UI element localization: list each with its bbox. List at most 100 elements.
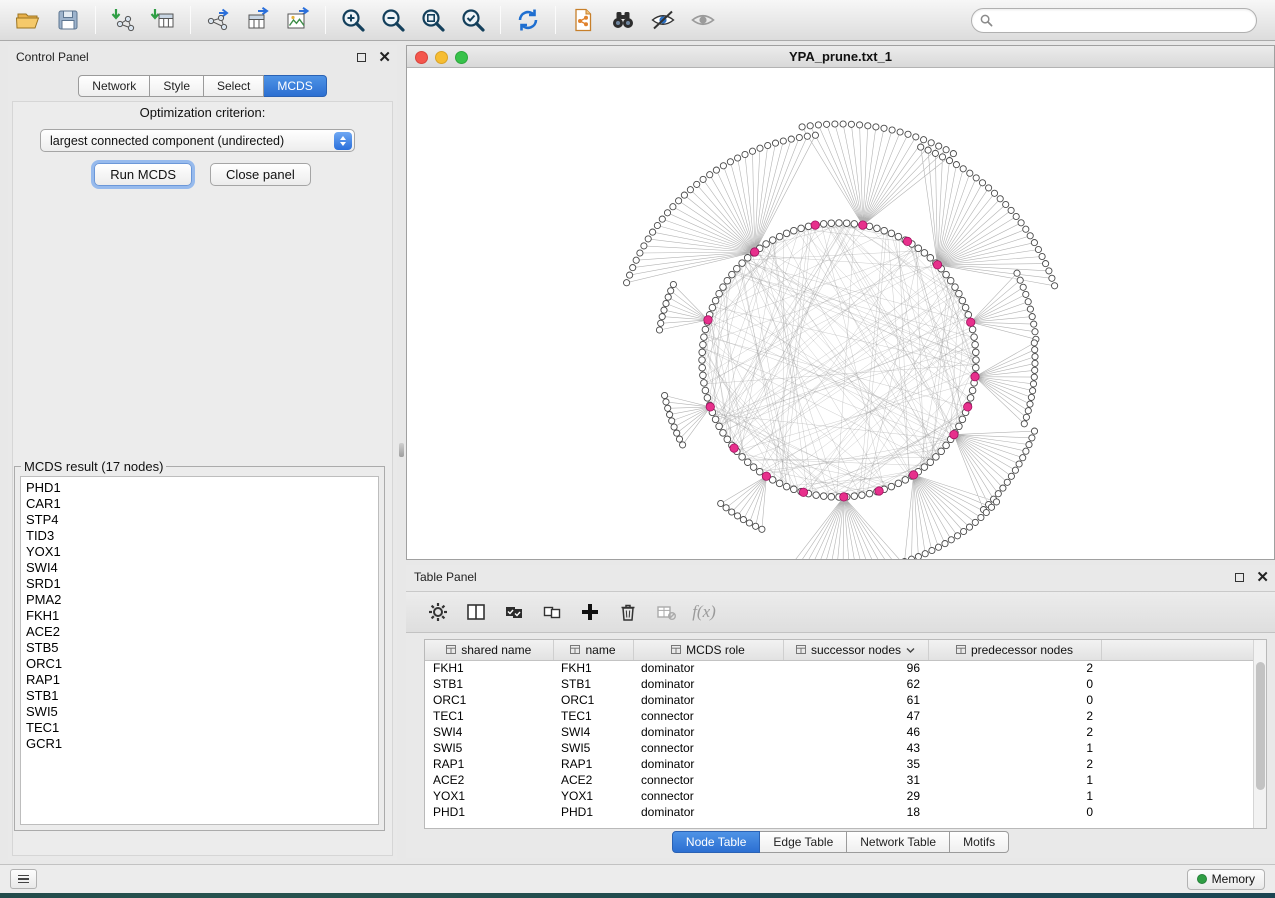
mcds-result-item[interactable]: ORC1 <box>26 656 373 672</box>
import-network-button[interactable] <box>103 3 143 37</box>
memory-button[interactable]: Memory <box>1187 869 1265 890</box>
table-cell[interactable]: PHD1 <box>425 804 553 820</box>
table-row[interactable]: ORC1ORC1dominator610 <box>425 692 1255 708</box>
network-search-box[interactable] <box>971 8 1257 33</box>
tab-edge-table[interactable]: Edge Table <box>760 831 847 853</box>
table-cell[interactable]: 0 <box>928 676 1101 692</box>
table-row[interactable]: SWI4SWI4dominator462 <box>425 724 1255 740</box>
table-cell[interactable]: ACE2 <box>553 772 633 788</box>
show-columns-button[interactable] <box>464 600 488 624</box>
mcds-result-item[interactable]: STB5 <box>26 640 373 656</box>
column-header-mcds-role[interactable]: MCDS role <box>633 640 783 660</box>
mcds-result-item[interactable]: PHD1 <box>26 480 373 496</box>
table-cell[interactable]: 2 <box>928 724 1101 740</box>
tab-network[interactable]: Network <box>78 75 150 97</box>
table-cell[interactable]: TEC1 <box>553 708 633 724</box>
table-cell[interactable]: connector <box>633 740 783 756</box>
mcds-result-item[interactable]: SWI5 <box>26 704 373 720</box>
table-cell[interactable]: SWI5 <box>553 740 633 756</box>
table-cell[interactable]: 46 <box>783 724 928 740</box>
table-cell[interactable]: RAP1 <box>425 756 553 772</box>
zoom-fit-button[interactable] <box>413 3 453 37</box>
window-close-icon[interactable] <box>415 51 428 64</box>
tab-node-table[interactable]: Node Table <box>672 831 761 853</box>
table-cell[interactable]: connector <box>633 772 783 788</box>
close-panel-icon[interactable]: ✕ <box>1256 570 1269 585</box>
mcds-result-item[interactable]: SRD1 <box>26 576 373 592</box>
table-cell[interactable]: dominator <box>633 724 783 740</box>
table-row[interactable]: ACE2ACE2connector311 <box>425 772 1255 788</box>
table-cell[interactable]: connector <box>633 788 783 804</box>
table-cell[interactable]: dominator <box>633 676 783 692</box>
table-cell[interactable]: 96 <box>783 660 928 676</box>
table-cell[interactable] <box>1101 788 1255 804</box>
table-cell[interactable] <box>1101 692 1255 708</box>
table-cell[interactable]: ORC1 <box>425 692 553 708</box>
table-cell[interactable]: 29 <box>783 788 928 804</box>
panel-menu-button[interactable] <box>10 869 37 889</box>
table-cell[interactable]: YOX1 <box>425 788 553 804</box>
run-mcds-button[interactable]: Run MCDS <box>94 163 192 186</box>
table-cell[interactable]: 62 <box>783 676 928 692</box>
criterion-dropdown[interactable]: largest connected component (undirected) <box>40 129 355 152</box>
table-cell[interactable]: dominator <box>633 660 783 676</box>
table-cell[interactable] <box>1101 804 1255 820</box>
mcds-result-item[interactable]: FKH1 <box>26 608 373 624</box>
table-cell[interactable]: connector <box>633 708 783 724</box>
save-session-button[interactable] <box>48 3 88 37</box>
table-cell[interactable]: 1 <box>928 788 1101 804</box>
window-maximize-icon[interactable] <box>455 51 468 64</box>
network-graph[interactable] <box>407 68 1274 559</box>
tab-select[interactable]: Select <box>204 75 264 97</box>
table-cell[interactable]: YOX1 <box>553 788 633 804</box>
table-cell[interactable]: SWI5 <box>425 740 553 756</box>
mcds-result-item[interactable]: STB1 <box>26 688 373 704</box>
deselect-all-rows-button[interactable] <box>540 600 564 624</box>
zoom-in-button[interactable] <box>333 3 373 37</box>
close-panel-icon[interactable]: ✕ <box>378 50 391 65</box>
table-cell[interactable]: ACE2 <box>425 772 553 788</box>
table-cell[interactable]: 2 <box>928 660 1101 676</box>
table-cell[interactable]: 47 <box>783 708 928 724</box>
close-panel-button[interactable]: Close panel <box>210 163 311 186</box>
network-window-titlebar[interactable]: YPA_prune.txt_1 <box>407 46 1274 68</box>
table-cell[interactable] <box>1101 772 1255 788</box>
import-table-button[interactable] <box>143 3 183 37</box>
float-panel-icon[interactable] <box>357 53 366 62</box>
tab-style[interactable]: Style <box>150 75 204 97</box>
table-cell[interactable]: 1 <box>928 740 1101 756</box>
style-preview-button[interactable] <box>643 3 683 37</box>
table-cell[interactable]: 1 <box>928 772 1101 788</box>
table-cell[interactable]: FKH1 <box>553 660 633 676</box>
search-input[interactable] <box>999 13 1248 27</box>
mcds-result-item[interactable]: GCR1 <box>26 736 373 752</box>
table-cell[interactable]: 31 <box>783 772 928 788</box>
table-settings-button[interactable] <box>426 600 450 624</box>
table-cell[interactable]: 0 <box>928 804 1101 820</box>
table-row[interactable]: SWI5SWI5connector431 <box>425 740 1255 756</box>
table-cell[interactable] <box>1101 756 1255 772</box>
share-document-button[interactable] <box>563 3 603 37</box>
search-network-button[interactable] <box>603 3 643 37</box>
table-cell[interactable]: TEC1 <box>425 708 553 724</box>
column-header-name[interactable]: name <box>553 640 633 660</box>
table-cell[interactable] <box>1101 740 1255 756</box>
table-scrollbar[interactable] <box>1253 640 1266 828</box>
column-header-predecessor-nodes[interactable]: predecessor nodes <box>928 640 1101 660</box>
table-cell[interactable]: ORC1 <box>553 692 633 708</box>
table-cell[interactable]: 43 <box>783 740 928 756</box>
table-cell[interactable]: FKH1 <box>425 660 553 676</box>
add-row-button[interactable] <box>578 600 602 624</box>
zoom-out-button[interactable] <box>373 3 413 37</box>
table-cell[interactable]: dominator <box>633 804 783 820</box>
mcds-result-item[interactable]: RAP1 <box>26 672 373 688</box>
mcds-result-list[interactable]: PHD1CAR1STP4TID3YOX1SWI4SRD1PMA2FKH1ACE2… <box>20 476 379 825</box>
column-header-shared-name[interactable]: shared name <box>425 640 553 660</box>
export-table-button[interactable] <box>238 3 278 37</box>
table-cell[interactable] <box>1101 708 1255 724</box>
table-row[interactable]: FKH1FKH1dominator962 <box>425 660 1255 676</box>
table-cell[interactable]: 61 <box>783 692 928 708</box>
delete-rows-button[interactable] <box>616 600 640 624</box>
table-cell[interactable]: SWI4 <box>425 724 553 740</box>
table-scrollbar-thumb[interactable] <box>1256 662 1265 790</box>
